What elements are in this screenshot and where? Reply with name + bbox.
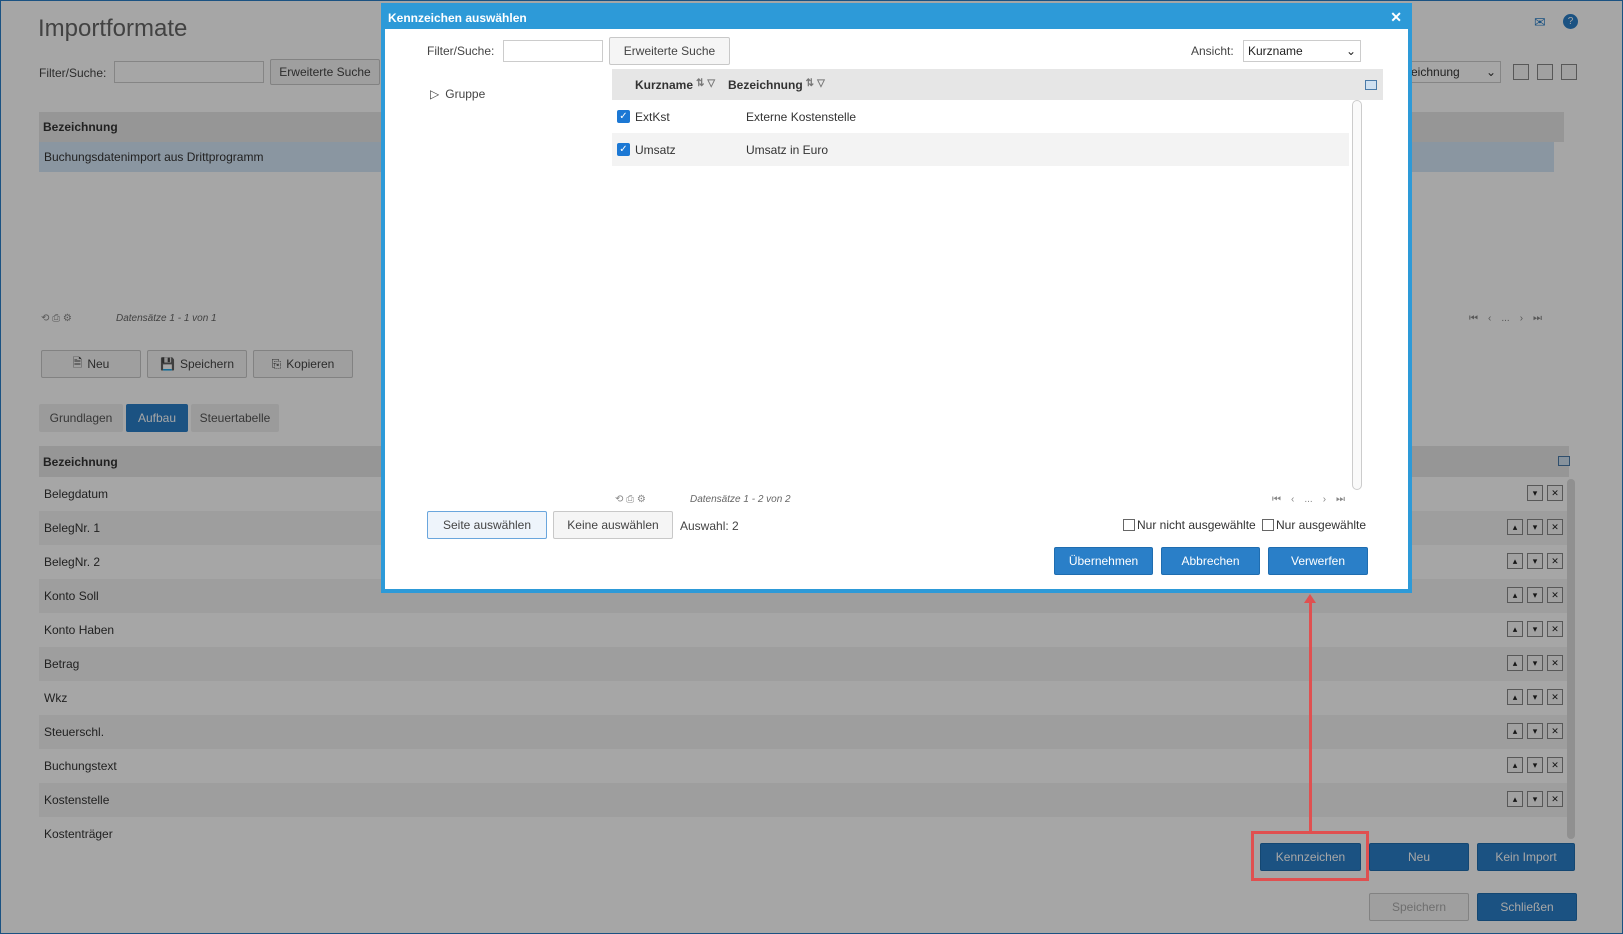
cancel-button[interactable]: Abbrechen: [1161, 547, 1260, 575]
only-selected-checkbox[interactable]: Nur ausgewählte: [1262, 518, 1366, 532]
annotation-arrow-head: [1304, 594, 1316, 603]
modal-view-select[interactable]: Kurzname ⌄: [1243, 40, 1361, 62]
kennzeichen-dialog: Kennzeichen auswählen ✕ Filter/Suche: Er…: [381, 3, 1412, 593]
cell-bezeichnung: Umsatz in Euro: [746, 142, 829, 157]
filter-icon[interactable]: ▽: [707, 78, 715, 92]
column-kurzname[interactable]: Kurzname ⇅ ▽: [612, 78, 728, 92]
expand-triangle-icon[interactable]: ▷: [430, 87, 439, 101]
modal-grid-toolbar-icons[interactable]: ⟲ ⎙ ⚙: [615, 494, 646, 505]
table-row[interactable]: ✓ ExtKst Externe Kostenstelle: [612, 100, 1349, 133]
annotation-arrow-line: [1309, 600, 1312, 832]
discard-button[interactable]: Verwerfen: [1268, 547, 1368, 575]
select-none-button[interactable]: Keine auswählen: [553, 511, 673, 539]
filter-icon[interactable]: ▽: [817, 78, 825, 92]
modal-grid-scrollbar[interactable]: [1352, 100, 1362, 490]
column-bezeichnung[interactable]: Bezeichnung ⇅ ▽: [728, 78, 825, 92]
view-label: Ansicht:: [1191, 44, 1234, 58]
checkbox-box[interactable]: [1262, 519, 1274, 531]
pager-ellipsis: ...: [1304, 494, 1313, 505]
tree-item-label: Gruppe: [445, 87, 486, 101]
selection-count: Auswahl: 2: [680, 519, 739, 533]
column-chooser-icon[interactable]: [1365, 79, 1377, 90]
column-bezeichnung-label: Bezeichnung: [728, 77, 803, 92]
modal-filter-label: Filter/Suche:: [427, 44, 495, 58]
checkbox-box[interactable]: [1123, 519, 1135, 531]
cell-kurzname: Umsatz: [635, 142, 676, 157]
modal-grid-header: Kurzname ⇅ ▽ Bezeichnung ⇅ ▽: [612, 69, 1383, 100]
table-row[interactable]: ✓ Umsatz Umsatz in Euro: [612, 133, 1349, 166]
modal-records-count: Datensätze 1 - 2 von 2: [690, 494, 791, 505]
cell-bezeichnung: Externe Kostenstelle: [746, 109, 857, 124]
dialog-header: Kennzeichen auswählen ✕: [385, 7, 1408, 29]
dialog-title: Kennzeichen auswählen: [388, 11, 527, 25]
modal-filter-input[interactable]: [503, 40, 603, 62]
chevron-down-icon: ⌄: [1345, 44, 1356, 58]
modal-extended-search-button[interactable]: Erweiterte Suche: [609, 37, 730, 65]
cell-kurzname: ExtKst: [635, 109, 670, 124]
modal-pager[interactable]: ⏮ ‹... › ⏭: [1272, 494, 1345, 505]
last-page-icon[interactable]: ⏭: [1336, 494, 1345, 505]
tree-item-gruppe[interactable]: ▷ Gruppe: [430, 87, 485, 101]
next-page-icon[interactable]: ›: [1323, 494, 1326, 505]
prev-page-icon[interactable]: ‹: [1291, 494, 1294, 505]
only-unselected-checkbox[interactable]: Nur nicht ausgewählte: [1123, 518, 1256, 532]
only-unselected-label: Nur nicht ausgewählte: [1137, 518, 1256, 532]
column-kurzname-label: Kurzname: [635, 77, 694, 92]
highlight-box: [1251, 831, 1369, 881]
row-checkbox[interactable]: ✓: [617, 110, 630, 123]
sort-icon[interactable]: ⇅: [696, 78, 704, 92]
sort-icon[interactable]: ⇅: [806, 78, 814, 92]
modal-view-select-value: Kurzname: [1248, 44, 1303, 58]
apply-button[interactable]: Übernehmen: [1054, 547, 1153, 575]
close-icon[interactable]: ✕: [1390, 9, 1402, 26]
first-page-icon[interactable]: ⏮: [1272, 494, 1281, 505]
row-checkbox[interactable]: ✓: [617, 143, 630, 156]
select-page-button[interactable]: Seite auswählen: [427, 511, 547, 539]
only-selected-label: Nur ausgewählte: [1276, 518, 1367, 532]
